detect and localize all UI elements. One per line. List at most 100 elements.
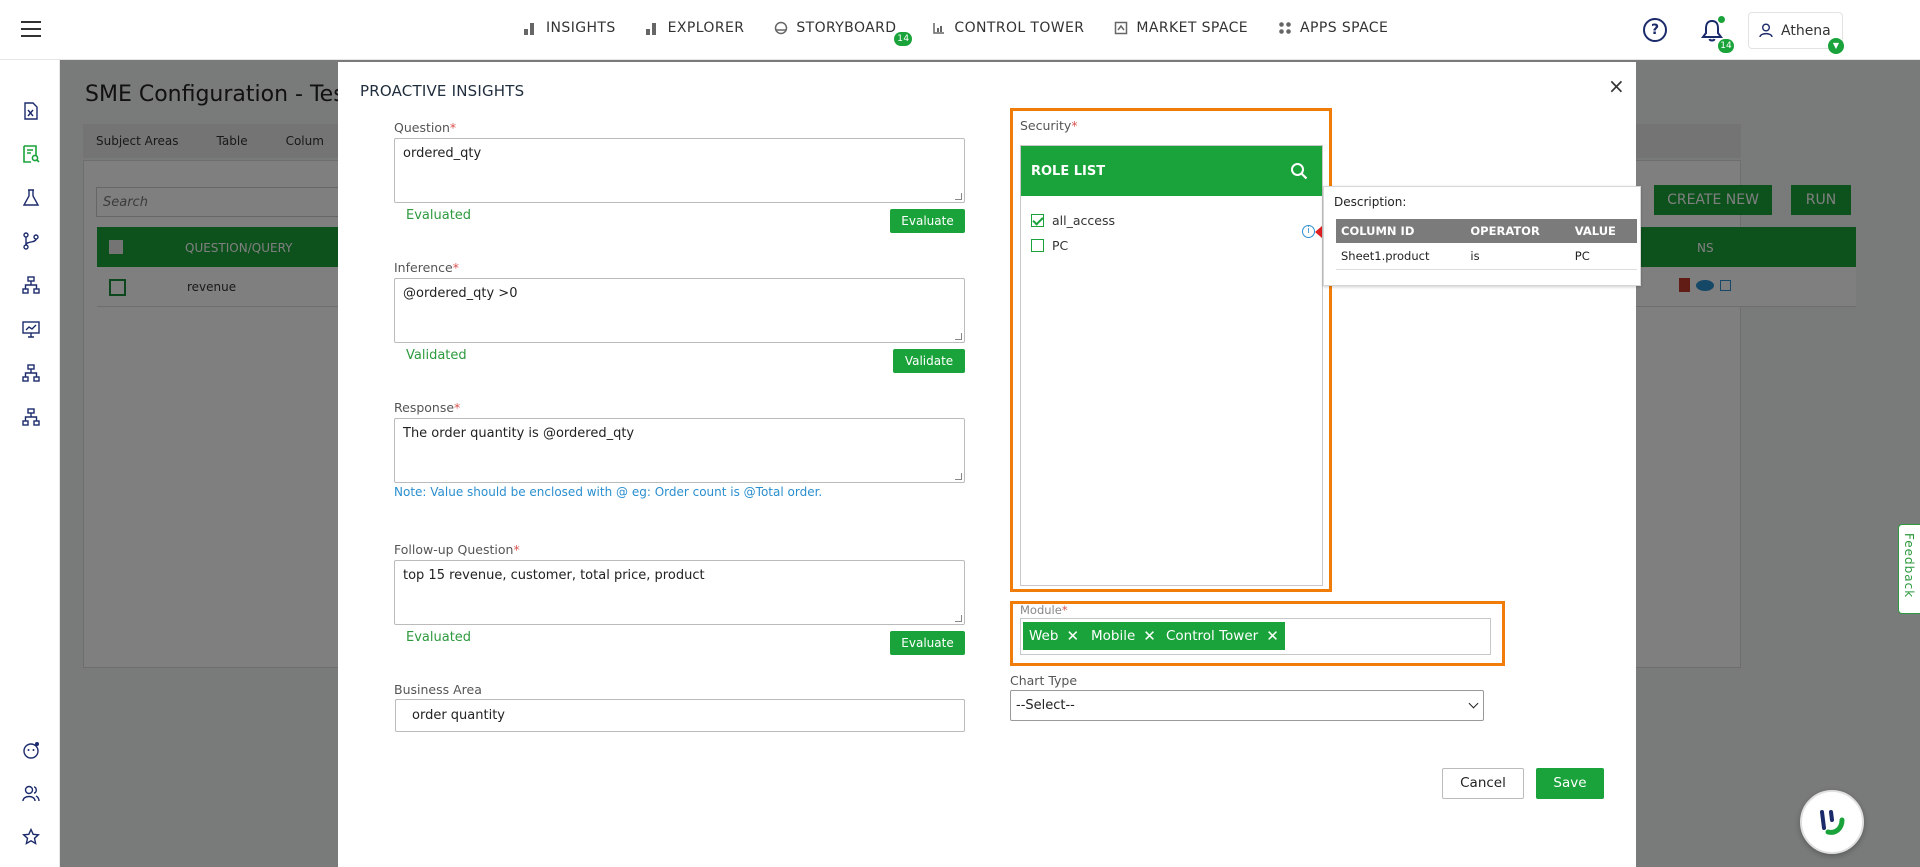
nav-item-storyboard[interactable]: STORYBOARD 14 <box>774 20 913 46</box>
role-name: all_access <box>1052 213 1115 228</box>
module-multiselect[interactable]: Web ✕ Mobile ✕ Control Tower ✕ <box>1020 618 1491 655</box>
nav-item-explorer[interactable]: EXPLORER <box>645 20 745 36</box>
nav-item-control-tower[interactable]: CONTROL TOWER <box>932 20 1084 36</box>
chatbot-launcher[interactable] <box>1800 790 1864 854</box>
storyboard-badge: 14 <box>894 32 913 46</box>
nav-item-insights[interactable]: INSIGHTS <box>524 20 616 36</box>
nav-item-market-space[interactable]: MARKET SPACE <box>1114 20 1248 36</box>
description-popup: Description: COLUMN ID OPERATOR VALUE Sh… <box>1323 186 1641 286</box>
evaluate-question-button[interactable]: Evaluate <box>890 209 965 233</box>
chevron-down-icon <box>1468 698 1479 709</box>
nav-label: CONTROL TOWER <box>954 20 1085 36</box>
proactive-insights-modal: PROACTIVE INSIGHTS × Question* ordered_q… <box>338 62 1636 867</box>
role-name: PC <box>1052 238 1069 253</box>
module-chip-mobile: Mobile ✕ <box>1085 622 1162 650</box>
response-value: The order quantity is @ordered_qty <box>403 426 635 441</box>
flask-icon[interactable] <box>22 189 40 207</box>
question-label: Question* <box>394 120 457 135</box>
description-table: COLUMN ID OPERATOR VALUE Sheet1.product … <box>1336 219 1637 270</box>
nav-item-apps-space[interactable]: APPS SPACE <box>1278 20 1388 36</box>
left-sidebar <box>0 60 60 867</box>
branch-icon[interactable] <box>22 232 40 250</box>
remove-chip-icon[interactable]: ✕ <box>1266 622 1279 650</box>
close-icon[interactable]: × <box>1608 74 1625 98</box>
report-search-icon[interactable] <box>22 145 40 163</box>
column-header-column-id: COLUMN ID <box>1336 219 1466 243</box>
pointer-arrow-icon <box>1315 226 1322 238</box>
cancel-button[interactable]: Cancel <box>1442 768 1524 799</box>
search-icon[interactable] <box>1290 162 1308 180</box>
question-label-text: Question <box>394 120 450 135</box>
market-space-icon <box>1114 21 1128 35</box>
info-icon[interactable]: i <box>1302 225 1315 238</box>
excel-file-icon[interactable] <box>22 102 40 120</box>
nav-label: APPS SPACE <box>1300 20 1389 36</box>
cell-value: PC <box>1569 243 1637 270</box>
response-label: Response* <box>394 400 461 415</box>
presentation-chart-icon[interactable] <box>22 320 40 338</box>
bar-chart-icon <box>524 21 538 35</box>
hierarchy-icon[interactable] <box>22 276 40 294</box>
nav-label: MARKET SPACE <box>1136 20 1249 36</box>
chip-label: Web <box>1029 628 1059 644</box>
modal-title: PROACTIVE INSIGHTS <box>360 82 525 100</box>
evaluate-followup-button[interactable]: Evaluate <box>890 631 965 655</box>
chevron-down-icon[interactable]: ▼ <box>1828 38 1844 54</box>
inference-value: @ordered_qty >0 <box>403 286 518 301</box>
brain-icon[interactable] <box>22 741 40 759</box>
role-item-pc[interactable]: PC <box>1031 238 1068 253</box>
module-label: Module* <box>1020 603 1068 617</box>
inference-status: Validated <box>406 348 467 363</box>
feedback-tab[interactable]: Feedback <box>1898 524 1920 614</box>
cell-operator: is <box>1465 243 1570 270</box>
security-label: Security* <box>1020 118 1078 133</box>
role-list-header: ROLE LIST <box>1021 146 1322 196</box>
chip-label: Control Tower <box>1166 628 1259 644</box>
module-label-text: Module <box>1020 603 1062 617</box>
users-icon[interactable] <box>22 784 40 802</box>
hierarchy-icon[interactable] <box>22 364 40 382</box>
role-checkbox[interactable] <box>1031 239 1044 252</box>
inference-textarea[interactable]: @ordered_qty >0 <box>394 278 965 343</box>
remove-chip-icon[interactable]: ✕ <box>1143 622 1156 650</box>
nav-label: STORYBOARD <box>796 20 897 36</box>
question-status: Evaluated <box>406 208 472 223</box>
role-item-all-access[interactable]: all_access <box>1031 213 1115 228</box>
remove-chip-icon[interactable]: ✕ <box>1066 622 1079 650</box>
question-textarea[interactable]: ordered_qty <box>394 138 965 203</box>
user-menu[interactable]: Athena ▼ <box>1748 12 1844 54</box>
followup-label: Follow-up Question* <box>394 542 520 557</box>
save-button[interactable]: Save <box>1536 768 1604 799</box>
inference-label-text: Inference <box>394 260 453 275</box>
hamburger-menu-icon[interactable] <box>21 21 41 38</box>
main-nav: INSIGHTS EXPLORER STORYBOARD 14 CONTROL … <box>524 20 1418 46</box>
role-checkbox-checked[interactable] <box>1031 214 1044 227</box>
nav-label: EXPLORER <box>667 20 745 36</box>
followup-textarea[interactable]: top 15 revenue, customer, total price, p… <box>394 560 965 625</box>
role-list-panel: ROLE LIST all_access PC <box>1020 145 1323 586</box>
cell-column-id: Sheet1.product <box>1336 243 1466 270</box>
module-chip-control-tower: Control Tower ✕ <box>1160 622 1285 650</box>
chart-type-select[interactable]: --Select-- <box>1010 690 1484 721</box>
storyboard-icon <box>774 21 788 35</box>
hierarchy-icon[interactable] <box>22 408 40 426</box>
help-icon[interactable]: ? <box>1643 18 1667 42</box>
user-name: Athena <box>1781 22 1831 39</box>
bar-chart-icon <box>645 21 660 35</box>
response-label-text: Response <box>394 400 455 415</box>
notification-dot <box>1718 16 1725 23</box>
chart-type-label: Chart Type <box>1010 673 1078 688</box>
response-textarea[interactable]: The order quantity is @ordered_qty <box>394 418 965 483</box>
chip-label: Mobile <box>1091 628 1136 644</box>
column-header-value: VALUE <box>1569 219 1637 243</box>
business-area-input[interactable]: order quantity <box>395 699 965 732</box>
chatbot-icon <box>1820 810 1845 835</box>
security-label-text: Security <box>1020 118 1072 133</box>
description-label: Description: <box>1334 195 1407 209</box>
top-nav-bar: INSIGHTS EXPLORER STORYBOARD 14 CONTROL … <box>0 0 1920 60</box>
validate-inference-button[interactable]: Validate <box>893 349 965 373</box>
followup-value: top 15 revenue, customer, total price, p… <box>403 568 705 583</box>
star-icon[interactable] <box>21 827 41 846</box>
chart-type-value: --Select-- <box>1016 698 1075 713</box>
apps-space-icon <box>1278 21 1292 35</box>
